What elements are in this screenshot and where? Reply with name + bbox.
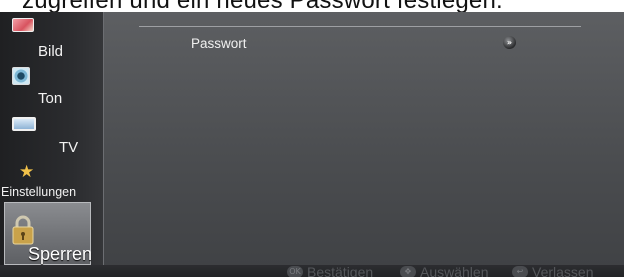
tv-menu-screen: Bild Ton TV ★ Einstellungen Sperren Pass… [0, 12, 624, 277]
sidebar-item-label: Bild [38, 43, 64, 60]
hint-auswaehlen: ✥ Auswählen [400, 264, 506, 277]
star-icon: ★ [19, 162, 35, 181]
menu-row-passwort[interactable]: Passwort » [139, 36, 581, 54]
picture-icon [12, 18, 34, 32]
main-panel: Passwort » [105, 12, 624, 265]
dpad-icon: ✥ [400, 266, 416, 277]
caption-text-strip: zugreifen und ein neues Passwort festleg… [0, 0, 624, 12]
sidebar-item-label: TV [59, 139, 79, 156]
hint-bestaetigen: OK Bestätigen [287, 264, 393, 277]
sidebar-item-label: Sperren [28, 244, 93, 264]
sidebar-item-einstellungen[interactable]: ★ Einstellungen [0, 160, 104, 202]
speaker-icon [12, 67, 30, 85]
sidebar-item-bild[interactable]: Bild [0, 12, 104, 62]
sidebar-item-label: Einstellungen [1, 185, 77, 199]
tv-icon [12, 117, 36, 131]
caption-text: zugreifen und ein neues Passwort festleg… [22, 0, 503, 12]
sidebar-item-ton[interactable]: Ton [0, 64, 104, 110]
footer-hint-bar: OK Bestätigen ✥ Auswählen ↩ Verlassen [0, 264, 624, 277]
hint-label: Auswählen [420, 264, 489, 277]
menu-row-label: Passwort [191, 36, 247, 51]
sidebar: Bild Ton TV ★ Einstellungen Sperren [0, 12, 104, 265]
hint-label: Verlassen [532, 264, 594, 277]
double-chevron-right-icon[interactable]: » [503, 36, 516, 49]
sidebar-item-label: Ton [38, 90, 63, 107]
hint-verlassen: ↩ Verlassen [512, 264, 624, 277]
hint-label: Bestätigen [307, 264, 374, 277]
divider [139, 26, 581, 27]
sidebar-item-sperren[interactable]: Sperren [4, 202, 93, 265]
ok-button-icon: OK [287, 266, 303, 277]
return-icon: ↩ [512, 266, 528, 277]
sidebar-item-tv[interactable]: TV [0, 112, 104, 158]
padlock-icon [11, 215, 35, 245]
